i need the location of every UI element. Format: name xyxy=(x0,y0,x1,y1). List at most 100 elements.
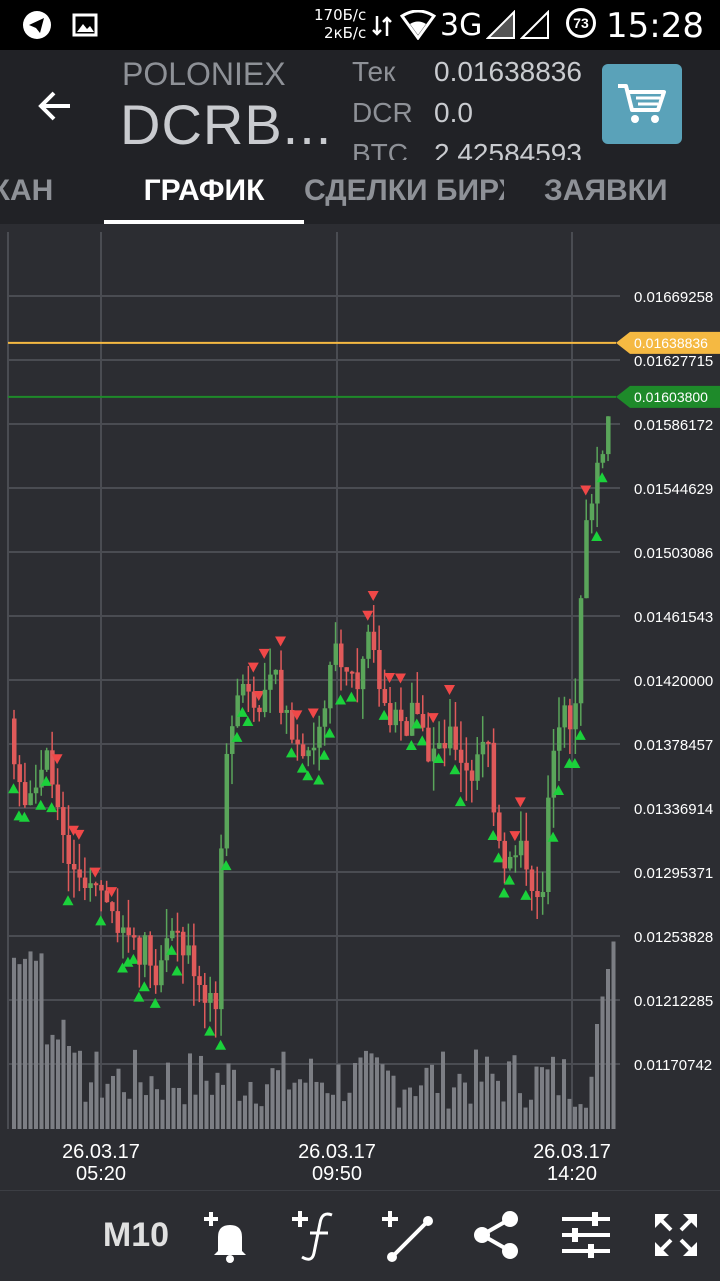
y-tick-label: 0.01420000 xyxy=(634,673,713,690)
candle-body xyxy=(82,877,88,889)
y-tick-label: 0.01295371 xyxy=(634,865,713,882)
y-tick-label: 0.01544629 xyxy=(634,481,713,498)
volume-bar xyxy=(105,1083,110,1129)
candle-body xyxy=(437,742,442,749)
clock: 15:28 xyxy=(606,6,704,46)
candle-body xyxy=(595,462,600,504)
candle-body xyxy=(513,855,518,858)
add-indicator-button[interactable] xyxy=(286,1205,346,1265)
candle-body xyxy=(170,930,175,939)
cart-button[interactable] xyxy=(602,64,682,144)
dcr-balance-row: DCR 0.0 xyxy=(352,97,473,129)
share-button[interactable] xyxy=(466,1205,526,1265)
add-alert-button[interactable] xyxy=(196,1205,256,1265)
candle-body xyxy=(557,727,562,751)
volume-bar xyxy=(56,1039,60,1129)
chart-settings-button[interactable] xyxy=(556,1205,616,1265)
volume-bar xyxy=(314,1081,319,1129)
candle-body xyxy=(480,741,486,755)
volume-bar xyxy=(584,1107,588,1129)
volume-bar xyxy=(342,1101,346,1129)
candle-body xyxy=(420,714,426,728)
row-value: 2.42584593 xyxy=(434,138,582,160)
add-function-icon xyxy=(292,1211,333,1261)
candle-body xyxy=(93,883,99,886)
x-tick-date: 26.03.17 xyxy=(62,1141,140,1163)
volume-bar xyxy=(248,1081,253,1129)
volume-bar xyxy=(490,1073,495,1129)
volume-bar xyxy=(507,1061,511,1129)
buy-trade-marker xyxy=(498,887,510,898)
timeframe-button[interactable]: M10 xyxy=(96,1205,176,1265)
volume-bar xyxy=(28,951,33,1129)
price-chart[interactable]: 0.01669258 0.01627715 0.01586172 0.01544629… xyxy=(0,224,720,1188)
volume-bar xyxy=(353,1063,357,1129)
tab-order-book[interactable]: АКАН xyxy=(0,174,53,208)
volume-bar xyxy=(72,1052,77,1129)
volume-bar xyxy=(177,1087,181,1129)
volume-bar xyxy=(595,1024,599,1129)
candle-body xyxy=(88,883,93,889)
buy-trade-marker xyxy=(35,799,47,810)
volume-bar xyxy=(463,1082,467,1129)
volume-bar xyxy=(408,1087,412,1129)
volume-bar xyxy=(232,1069,236,1129)
cart-icon xyxy=(618,84,666,123)
candle-body xyxy=(562,705,567,728)
volume-bar xyxy=(237,1100,242,1129)
back-button[interactable] xyxy=(36,86,76,126)
add-line-button[interactable] xyxy=(376,1205,436,1265)
sell-trade-marker xyxy=(73,829,85,840)
volume-bar xyxy=(303,1082,308,1129)
tab-bar: АКАН ГРАФИК СДЕЛКИ БИРЖ ЗАЯВКИ xyxy=(0,160,720,224)
candle-body xyxy=(578,598,584,704)
candle-body xyxy=(339,643,344,668)
volume-bar xyxy=(529,1099,533,1129)
add-alert-bell-icon xyxy=(204,1212,246,1263)
candle-body xyxy=(300,744,306,757)
candle-body xyxy=(121,927,126,933)
row-label: BTC xyxy=(352,138,408,160)
candle-body xyxy=(77,869,82,878)
tab-orders[interactable]: ЗАЯВКИ xyxy=(544,174,668,208)
y-tick-label: 0.01503086 xyxy=(634,545,713,562)
volume-bar xyxy=(226,1063,231,1129)
tab-exchange-trades[interactable]: СДЕЛКИ БИРЖ xyxy=(304,174,504,208)
volume-bar xyxy=(265,1084,269,1129)
candle-body xyxy=(17,764,22,783)
y-tick-label: 0.01586172 xyxy=(634,417,713,434)
volume-bar xyxy=(61,1019,66,1129)
signal-icon-2 xyxy=(519,9,550,45)
battery-indicator: 73 xyxy=(566,8,596,38)
volume-bar xyxy=(457,1073,462,1129)
buy-trade-marker xyxy=(454,796,466,807)
sell-trade-marker xyxy=(509,831,521,842)
candle-body xyxy=(110,902,115,912)
volume-bar xyxy=(122,1092,126,1129)
candle-body xyxy=(518,840,524,856)
volume-bar xyxy=(474,1049,478,1129)
x-tick-time: 05:20 xyxy=(76,1163,126,1185)
candle-body xyxy=(398,709,404,722)
current-price-label: 0.01638836 xyxy=(634,335,708,351)
candle-body xyxy=(175,930,180,933)
tab-chart[interactable]: ГРАФИК xyxy=(104,174,304,208)
fullscreen-button[interactable] xyxy=(646,1205,706,1265)
candle-body xyxy=(224,753,230,849)
candle-body xyxy=(404,721,409,736)
candle-body xyxy=(448,726,453,749)
candle-body xyxy=(115,911,121,933)
candle-body xyxy=(257,707,262,713)
buy-trade-marker xyxy=(296,762,308,773)
pair-name: DCRB... xyxy=(120,93,333,156)
btc-balance-row: BTC 2.42584593 xyxy=(352,138,582,160)
candle-body xyxy=(186,945,191,956)
volume-bar xyxy=(452,1087,456,1129)
candle-body xyxy=(311,747,317,751)
volume-bar xyxy=(424,1067,429,1129)
candle-body xyxy=(469,770,475,781)
sell-trade-marker xyxy=(580,485,592,496)
buy-trade-marker xyxy=(62,895,74,906)
volume-bar xyxy=(446,1108,451,1129)
candle-body xyxy=(71,863,77,870)
